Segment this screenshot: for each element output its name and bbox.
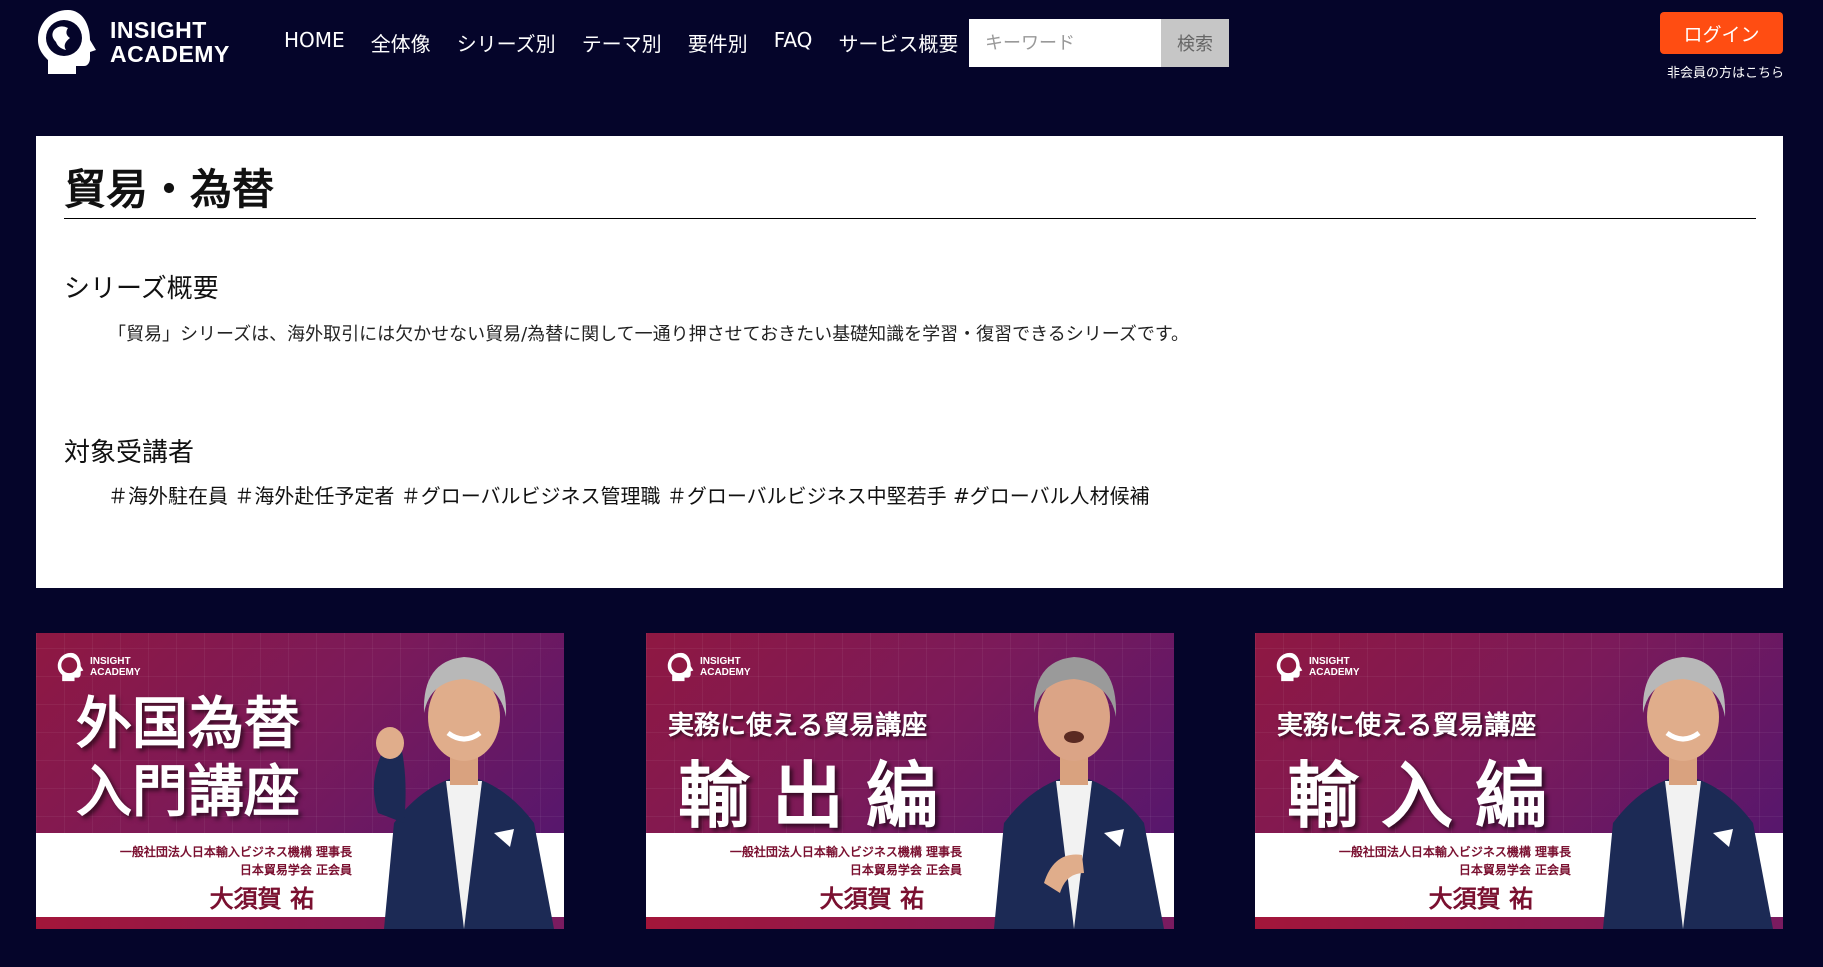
course-card-import[interactable]: INSIGHT ACADEMY 実務に使える貿易講座 輸入編 一般社団法人日本輸入… [1255,633,1783,929]
card-logo-line1: INSIGHT [90,656,131,667]
card-logo-line2: ACADEMY [90,667,141,678]
logo-text-line1: INSIGHT [110,17,207,43]
card-title-line2: 入門講座 [76,760,300,825]
instructor-photo [994,657,1164,929]
page-title: 貿易・為替 [64,164,1756,219]
affiliation-line1: 一般社団法人日本輸入ビジネス機構 理事長 [729,845,962,859]
nav-service[interactable]: サービス概要 [838,28,958,57]
series-info-panel: 貿易・為替 シリーズ概要 「貿易」シリーズは、海外取引には欠かせない貿易/為替に… [36,136,1783,588]
search-input[interactable] [969,19,1161,67]
nav-by-series[interactable]: シリーズ別 [457,28,556,57]
site-header: INSIGHT ACADEMY HOME 全体像 シリーズ別 テーマ別 要件別 … [0,0,1823,120]
course-card-forex[interactable]: INSIGHT ACADEMY 外国為替 入門講座 一般社団法人日本輸入ビジネス機… [36,633,564,929]
audience-tags: ＃海外駐在員 ＃海外赴任予定者 ＃グローバルビジネス管理職 ＃グローバルビジネス… [108,484,1150,508]
audience-heading: 対象受講者 [64,438,195,468]
instructor-name: 大須賀 祐 [209,885,314,913]
instructor-affiliation: 一般社団法人日本輸入ビジネス機構 理事長 日本貿易学会 正会員 [1339,843,1571,879]
instructor-name: 大須賀 祐 [1428,885,1533,913]
card-logo: INSIGHT ACADEMY [666,651,751,683]
logo-text-line2: ACADEMY [110,41,230,67]
overview-text: 「貿易」シリーズは、海外取引には欠かせない貿易/為替に関して一通り押させておきた… [108,324,1190,345]
instructor-photo [1603,657,1773,929]
nav-overview[interactable]: 全体像 [371,28,431,57]
search-button[interactable]: 検索 [1161,19,1229,67]
login-button[interactable]: ログイン [1660,12,1783,54]
main-nav: HOME 全体像 シリーズ別 テーマ別 要件別 FAQ サービス概要 [284,28,984,57]
head-globe-icon [667,652,694,682]
head-globe-icon [38,10,96,74]
head-globe-icon [1276,652,1303,682]
card-logo-line2: ACADEMY [700,667,751,678]
affiliation-line2: 日本貿易学会 正会員 [849,863,962,877]
affiliation-line1: 一般社団法人日本輸入ビジネス機構 理事長 [1338,845,1571,859]
nav-by-requirement[interactable]: 要件別 [688,28,748,57]
card-logo-line2: ACADEMY [1309,667,1360,678]
overview-heading: シリーズ概要 [64,274,219,304]
nav-by-theme[interactable]: テーマ別 [582,28,662,57]
search-bar: 検索 [969,19,1229,67]
card-title: 輸出編 [678,754,961,838]
card-logo-line1: INSIGHT [1309,656,1350,667]
card-title: 外国為替 入門講座 [76,691,300,827]
head-globe-icon [57,652,84,682]
card-title: 輸入編 [1287,754,1570,838]
affiliation-line1: 一般社団法人日本輸入ビジネス機構 理事長 [119,845,352,859]
instructor-affiliation: 一般社団法人日本輸入ビジネス機構 理事長 日本貿易学会 正会員 [730,843,962,879]
card-title-line1: 外国為替 [76,692,300,757]
site-logo[interactable]: INSIGHT ACADEMY [34,6,234,78]
nonmember-link[interactable]: 非会員の方はこちら [1660,62,1784,81]
card-logo: INSIGHT ACADEMY [56,651,141,683]
card-logo: INSIGHT ACADEMY [1275,651,1360,683]
course-card-export[interactable]: INSIGHT ACADEMY 実務に使える貿易講座 輸出編 一般社団法人日本輸入… [646,633,1174,929]
nav-home[interactable]: HOME [284,28,345,57]
instructor-photo [373,657,554,929]
affiliation-line2: 日本貿易学会 正会員 [239,863,352,877]
card-logo-line1: INSIGHT [700,656,741,667]
course-list: INSIGHT ACADEMY 外国為替 入門講座 一般社団法人日本輸入ビジネス機… [36,633,1783,929]
instructor-name: 大須賀 祐 [819,885,924,913]
affiliation-line2: 日本貿易学会 正会員 [1458,863,1571,877]
nav-faq[interactable]: FAQ [774,28,813,57]
instructor-affiliation: 一般社団法人日本輸入ビジネス機構 理事長 日本貿易学会 正会員 [120,843,352,879]
